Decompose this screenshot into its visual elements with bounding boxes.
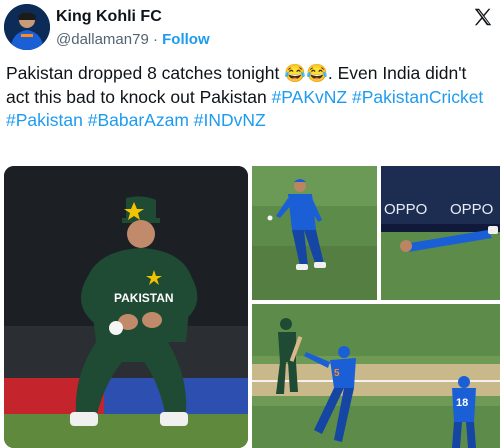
avatar[interactable] — [4, 4, 50, 50]
media-grid: PAKISTAN OPPO OPPO 5 18 — [4, 166, 500, 448]
svg-text:5: 5 — [334, 368, 340, 379]
hashtag-indvnz[interactable]: #INDvNZ — [194, 110, 266, 130]
media-photo-3[interactable]: OPPO OPPO — [381, 166, 500, 300]
media-photo-1[interactable]: PAKISTAN — [4, 166, 248, 448]
separator: · — [152, 31, 158, 48]
handle[interactable]: @dallaman79 — [56, 31, 149, 48]
tweet-header: King Kohli FC @dallaman79 · Follow — [0, 0, 500, 56]
cricketer-avatar-image — [4, 4, 50, 50]
x-logo-icon[interactable] — [472, 6, 494, 28]
tweet-text: Pakistan dropped 8 catches tonight 😂😂. E… — [6, 62, 494, 133]
laughing-emoji: 😂😂 — [284, 63, 328, 83]
tweet-text-part-1: Pakistan dropped 8 catches tonight — [6, 63, 285, 83]
hashtag-pakvnz[interactable]: #PAKvNZ — [272, 87, 348, 107]
hashtag-pakistan[interactable]: #Pakistan — [6, 110, 83, 130]
hashtag-pakistancricket[interactable]: #PakistanCricket — [352, 87, 483, 107]
sponsor-board-left: OPPO — [384, 201, 427, 218]
media-photo-4[interactable]: 5 18 — [252, 304, 500, 448]
hashtag-babarazam[interactable]: #BabarAzam — [88, 110, 189, 130]
jersey-text: PAKISTAN — [114, 291, 174, 305]
sponsor-board-right: OPPO — [450, 201, 493, 218]
display-name[interactable]: King Kohli FC — [56, 8, 162, 26]
jersey-number: 18 — [456, 397, 468, 409]
media-photo-2[interactable] — [252, 166, 377, 300]
handle-row: @dallaman79 · Follow — [56, 31, 210, 48]
follow-button[interactable]: Follow — [162, 31, 210, 48]
